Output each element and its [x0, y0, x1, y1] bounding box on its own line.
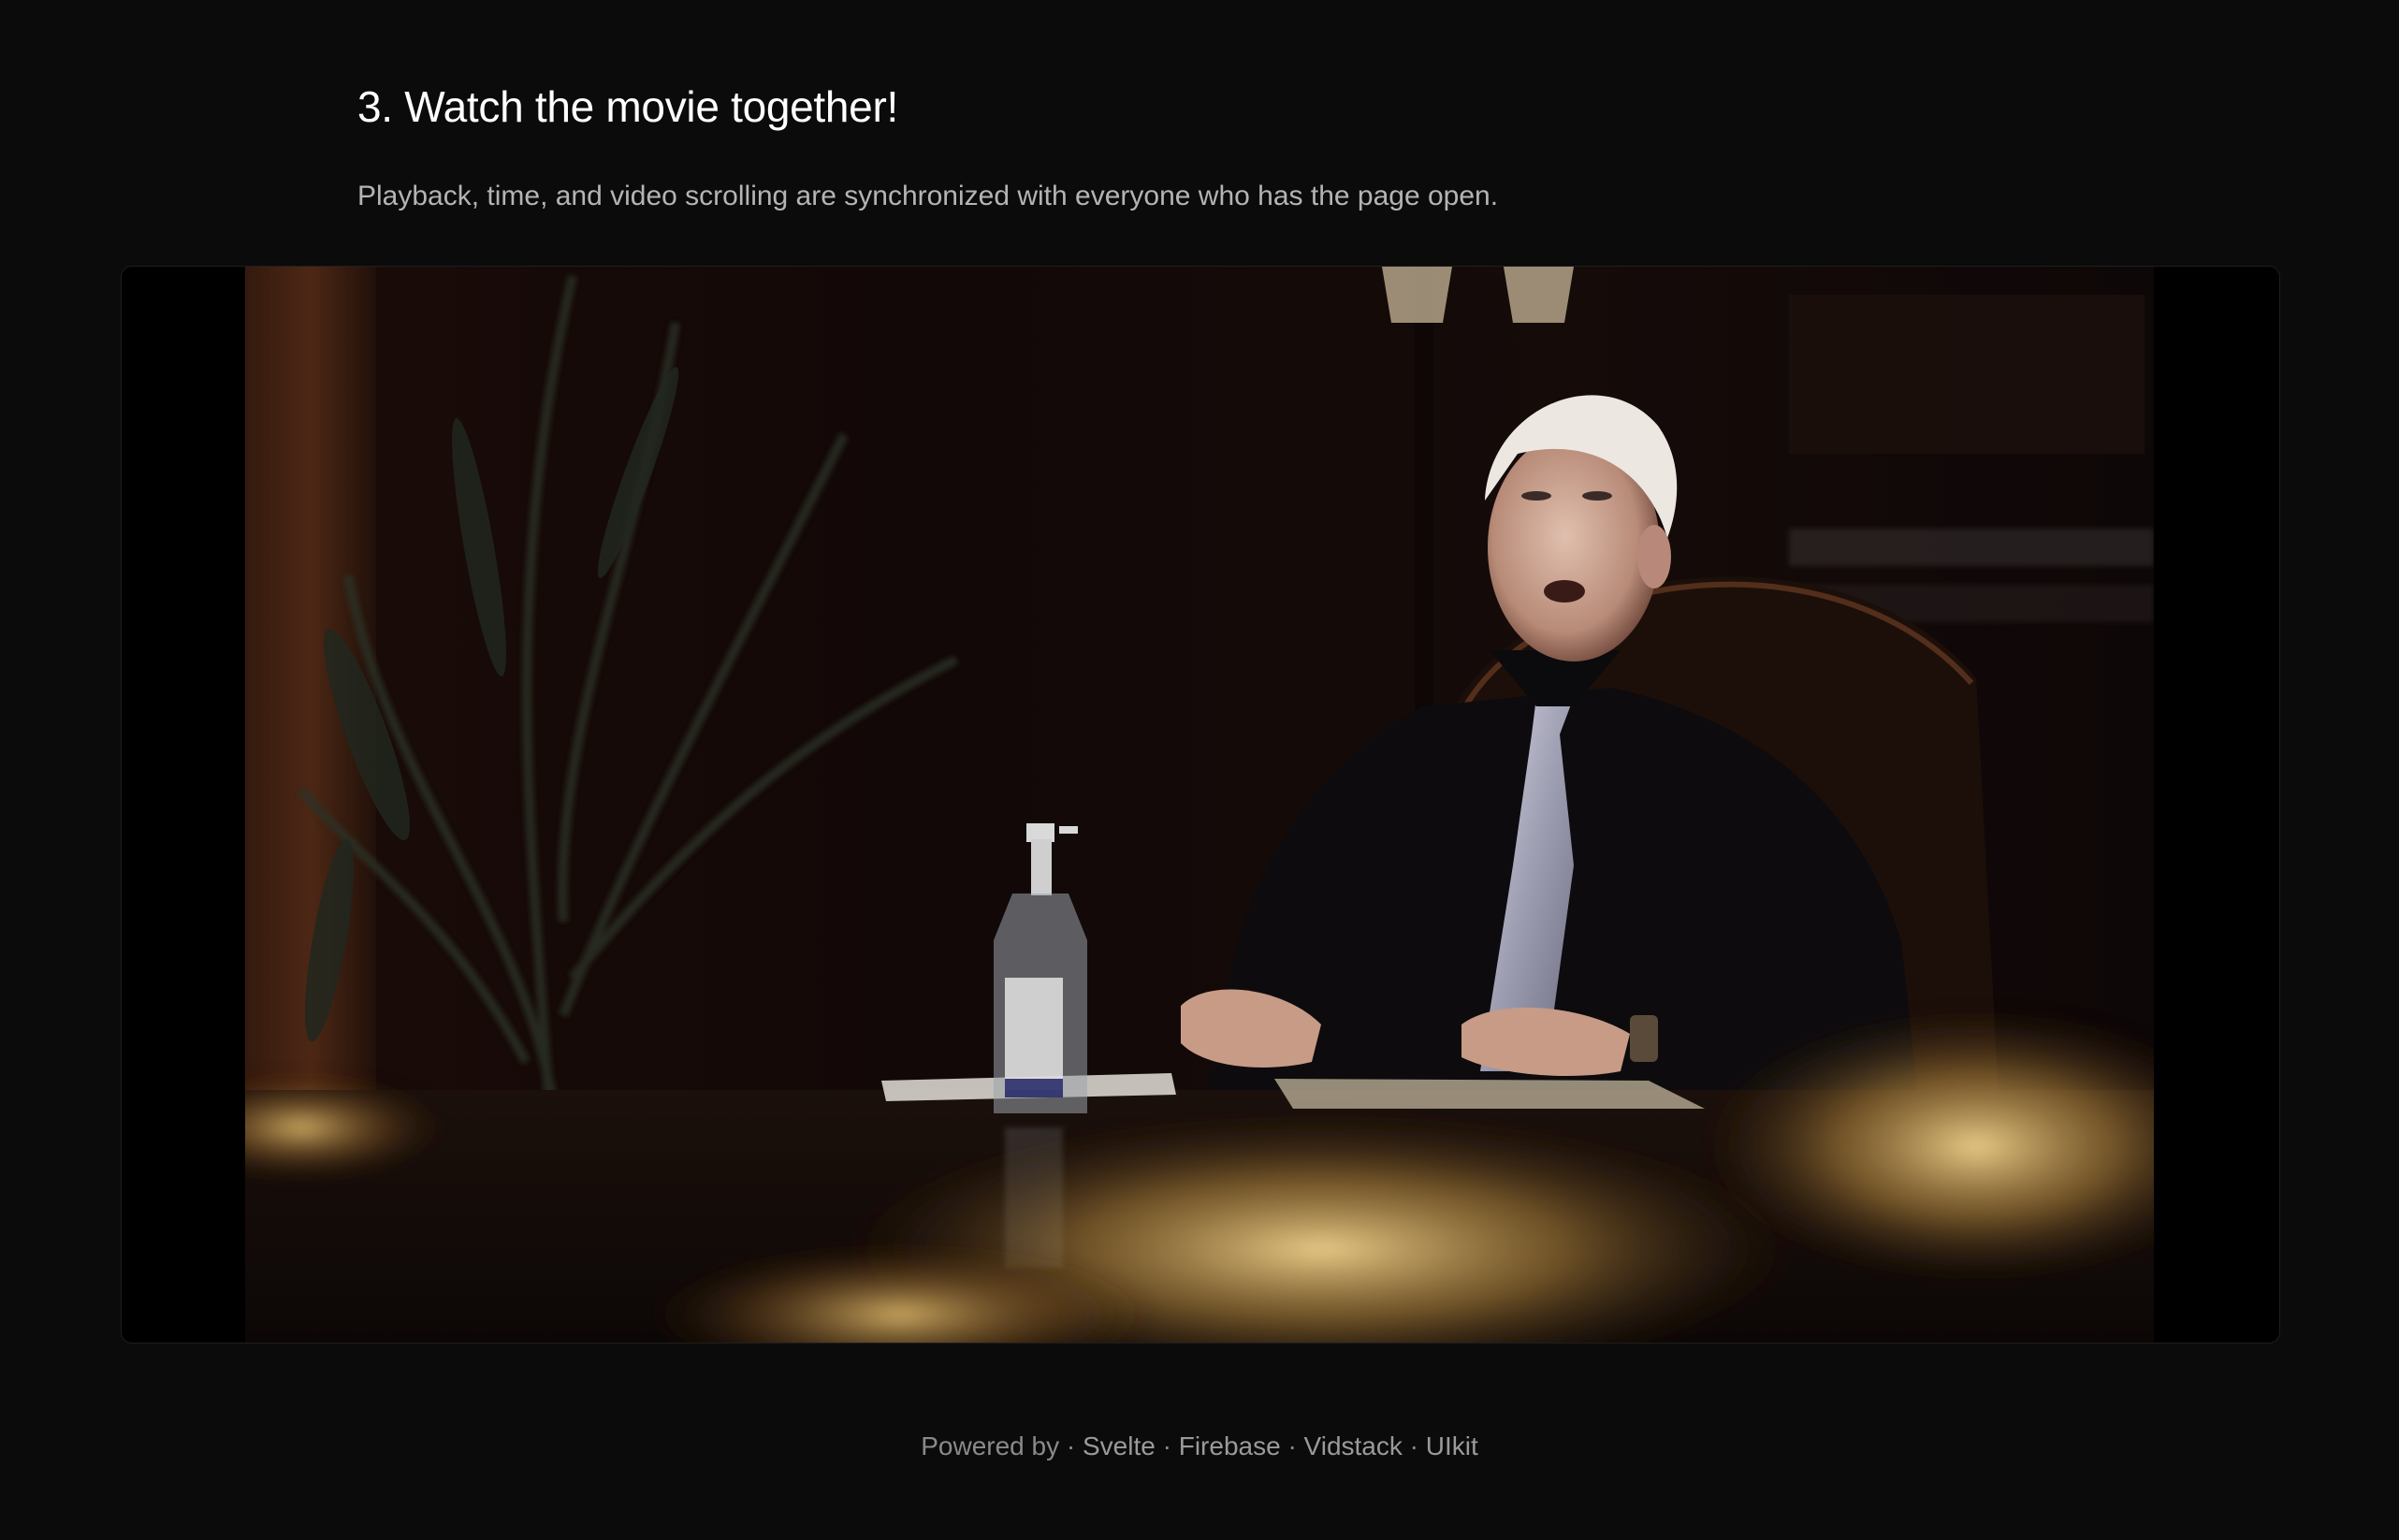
footer-prefix: Powered by: [921, 1431, 1060, 1460]
section-description: Playback, time, and video scrolling are …: [357, 181, 1499, 211]
page: 3. Watch the movie together! Playback, t…: [0, 0, 2399, 1540]
footer-separator: ·: [1066, 1431, 1076, 1460]
video-frame[interactable]: [245, 267, 2154, 1343]
footer-link-uikit[interactable]: UIkit: [1426, 1431, 1478, 1460]
footer-separator: ·: [1287, 1431, 1297, 1460]
footer-separator: ·: [1162, 1431, 1171, 1460]
section-title: 3. Watch the movie together!: [357, 82, 898, 131]
footer-link-svelte[interactable]: Svelte: [1083, 1431, 1156, 1460]
footer-link-vidstack[interactable]: Vidstack: [1304, 1431, 1403, 1460]
footer-link-firebase[interactable]: Firebase: [1179, 1431, 1281, 1460]
footer: Powered by · Svelte · Firebase · Vidstac…: [0, 1430, 2399, 1463]
video-player[interactable]: [121, 266, 2280, 1344]
footer-separator: ·: [1409, 1431, 1418, 1460]
